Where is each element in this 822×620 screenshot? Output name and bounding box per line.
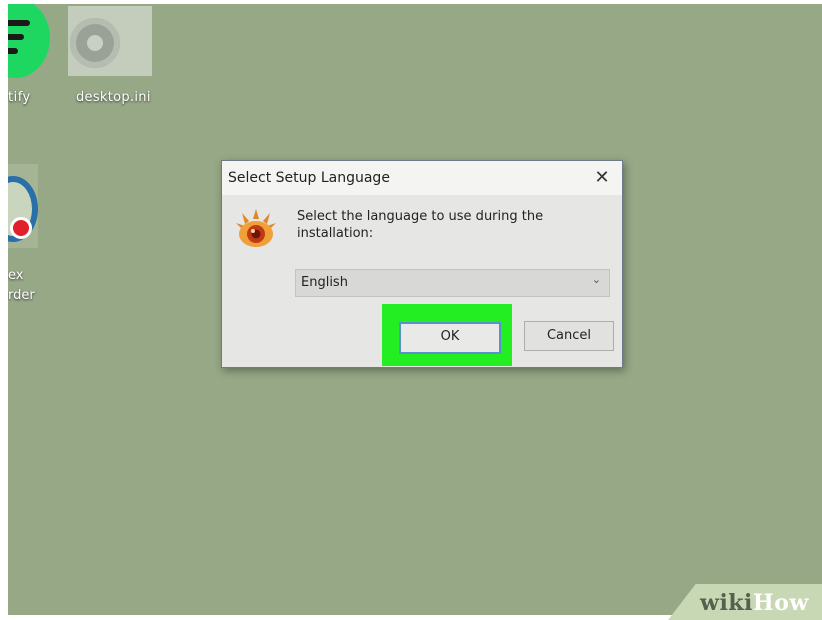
- ok-button[interactable]: OK: [399, 322, 501, 354]
- cancel-button[interactable]: Cancel: [524, 321, 614, 351]
- recorder-label-line-1: ex: [8, 268, 24, 283]
- recorder-label: ex rder: [8, 266, 35, 306]
- setup-language-dialog: Select Setup Language ✕ Select the langu…: [221, 160, 623, 368]
- wikihow-watermark: wikiHow: [700, 590, 809, 616]
- spotify-icon[interactable]: [8, 4, 50, 78]
- chevron-down-icon: ⌄: [591, 273, 601, 286]
- watermark-how: How: [752, 590, 809, 616]
- language-select[interactable]: English ⌄: [295, 269, 610, 297]
- desktop-ini-label: desktop.ini: [76, 90, 151, 105]
- close-icon: ✕: [594, 167, 610, 188]
- dialog-titlebar[interactable]: Select Setup Language ✕: [222, 161, 622, 195]
- dialog-message: Select the language to use during the in…: [297, 209, 544, 241]
- watermark-wiki: wiki: [700, 590, 753, 616]
- recorder-label-line-2: rder: [8, 288, 35, 303]
- record-dot-icon: [10, 217, 32, 239]
- spotify-label: tify: [8, 90, 31, 105]
- language-select-value: English: [301, 275, 348, 290]
- eye-logo-icon: [236, 209, 276, 247]
- dialog-title: Select Setup Language: [228, 170, 390, 186]
- gear-icon: [70, 18, 120, 68]
- close-button[interactable]: ✕: [588, 165, 616, 191]
- desktop: tify desktop.ini ex rder Select Setup La…: [8, 4, 822, 615]
